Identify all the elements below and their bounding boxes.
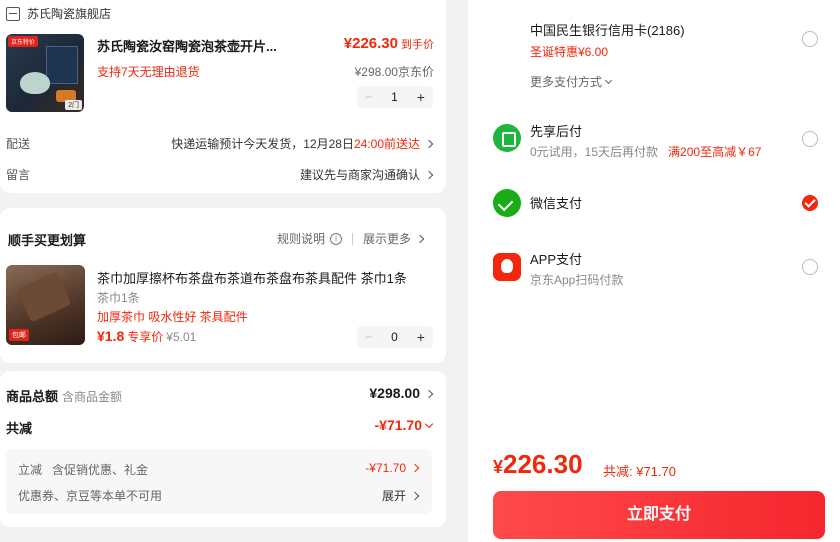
payment-name-app[interactable]: APP支付 bbox=[530, 249, 582, 268]
pay-now-button[interactable]: 立即支付 bbox=[493, 491, 825, 539]
payment-panel: 中国民生银行信用卡(2186) 圣诞特惠¥6.00 更多支付方式 先享后付 0元… bbox=[468, 0, 840, 542]
chevron-right-icon bbox=[410, 463, 420, 473]
chevron-right-icon bbox=[410, 491, 420, 501]
jd-app-icon bbox=[493, 253, 521, 281]
product-original-price: ¥298.00京东价 bbox=[354, 65, 434, 79]
product-image-qty: 2门 bbox=[65, 100, 82, 110]
payment-sub-app: 京东App扫码付款 bbox=[530, 273, 624, 287]
expand-button[interactable]: 展开 bbox=[382, 487, 420, 504]
discount-value[interactable]: -¥71.70 bbox=[375, 417, 434, 433]
decrease-button[interactable]: − bbox=[365, 90, 372, 104]
product-image-tag: 京东特价 bbox=[8, 36, 39, 47]
bundle-item-spec: 茶巾1条 bbox=[97, 291, 140, 305]
delivery-label: 配送 bbox=[6, 137, 31, 151]
goods-total-value[interactable]: ¥298.00 bbox=[369, 385, 434, 401]
total-amount: ¥226.30 bbox=[493, 449, 583, 479]
chevron-right-icon bbox=[424, 389, 434, 399]
product-title[interactable]: 苏氏陶瓷汝窑陶瓷泡茶壶开片... bbox=[97, 36, 307, 55]
radio-wechat[interactable] bbox=[802, 195, 818, 211]
discount-label: 共减 bbox=[6, 421, 33, 436]
instant-discount-label: 立减 含促销优惠、礼金 bbox=[18, 463, 149, 477]
payment-sub-pay-later: 0元试用，15天后再付款 满200至高减￥67 bbox=[530, 145, 762, 159]
bundle-links: 规则说明 i 展示更多 bbox=[277, 230, 425, 247]
bundle-item-image[interactable]: 包邮 bbox=[6, 265, 85, 345]
quantity-stepper[interactable]: − 1 + bbox=[357, 86, 433, 108]
shop-header[interactable]: 苏氏陶瓷旗舰店 bbox=[6, 5, 111, 22]
chevron-down-icon bbox=[424, 419, 434, 429]
pay-later-icon bbox=[493, 124, 521, 152]
radio-app[interactable] bbox=[802, 259, 818, 275]
increase-button[interactable]: + bbox=[417, 329, 425, 345]
chevron-right-icon bbox=[415, 234, 425, 243]
radio-credit-card[interactable] bbox=[802, 31, 818, 47]
message-label: 留言 bbox=[6, 168, 31, 182]
decrease-button[interactable]: − bbox=[365, 330, 372, 344]
product-image[interactable]: 京东特价 2门 bbox=[6, 34, 84, 112]
product-card: 苏氏陶瓷旗舰店 京东特价 2门 苏氏陶瓷汝窑陶瓷泡茶壶开片... ¥226.30… bbox=[0, 0, 446, 193]
quantity-value: 0 bbox=[391, 330, 398, 344]
payment-name-pay-later[interactable]: 先享后付 bbox=[530, 121, 582, 140]
bundle-item-name[interactable]: 茶巾加厚擦杯布茶盘布茶道布茶盘布茶具配件 茶巾1条 bbox=[97, 268, 407, 287]
rules-link[interactable]: 规则说明 bbox=[277, 230, 325, 247]
chevron-right-icon bbox=[424, 170, 434, 180]
radio-pay-later[interactable] bbox=[802, 131, 818, 147]
shop-name: 苏氏陶瓷旗舰店 bbox=[27, 7, 112, 21]
payment-promo-credit-card: 圣诞特惠¥6.00 bbox=[530, 45, 609, 59]
bundle-item-tags: 加厚茶巾 吸水性好 茶具配件 bbox=[97, 310, 248, 324]
bundle-item-price: ¥1.8 专享价 ¥5.01 bbox=[97, 328, 197, 344]
discount-detail-box: 立减 含促销优惠、礼金 -¥71.70 优惠券、京豆等本单不可用 展开 bbox=[6, 449, 432, 514]
chevron-right-icon bbox=[424, 139, 434, 149]
quantity-value: 1 bbox=[391, 90, 398, 104]
total-saving: 共减: ¥71.70 bbox=[603, 464, 676, 479]
bundle-quantity-stepper[interactable]: − 0 + bbox=[357, 326, 433, 348]
chevron-down-icon bbox=[604, 76, 613, 85]
wechat-icon bbox=[493, 189, 521, 217]
show-more-link[interactable]: 展示更多 bbox=[363, 230, 411, 247]
payment-name-wechat[interactable]: 微信支付 bbox=[530, 193, 582, 212]
message-field[interactable]: 建议先与商家沟通确认 bbox=[300, 166, 434, 183]
goods-total-label: 商品总额 含商品金额 bbox=[6, 389, 123, 404]
return-policy: 支持7天无理由退货 bbox=[97, 65, 200, 79]
instant-discount-value[interactable]: -¥71.70 bbox=[365, 461, 420, 475]
order-panel: 苏氏陶瓷旗舰店 京东特价 2门 苏氏陶瓷汝窑陶瓷泡茶壶开片... ¥226.30… bbox=[0, 0, 446, 542]
more-payment-methods[interactable]: 更多支付方式 bbox=[530, 73, 613, 90]
coupon-note: 优惠券、京豆等本单不可用 bbox=[18, 489, 163, 503]
bundle-title: 顺手买更划算 bbox=[8, 233, 87, 248]
bundle-item-tag: 包邮 bbox=[9, 329, 29, 341]
payment-name-credit-card[interactable]: 中国民生银行信用卡(2186) bbox=[530, 20, 685, 39]
increase-button[interactable]: + bbox=[417, 89, 425, 105]
store-icon bbox=[6, 6, 20, 21]
delivery-info[interactable]: 快递运输预计今天发货，12月28日24:00前送达 bbox=[171, 135, 434, 152]
info-icon[interactable]: i bbox=[330, 232, 343, 245]
product-price: ¥226.30 到手价 bbox=[343, 35, 434, 52]
